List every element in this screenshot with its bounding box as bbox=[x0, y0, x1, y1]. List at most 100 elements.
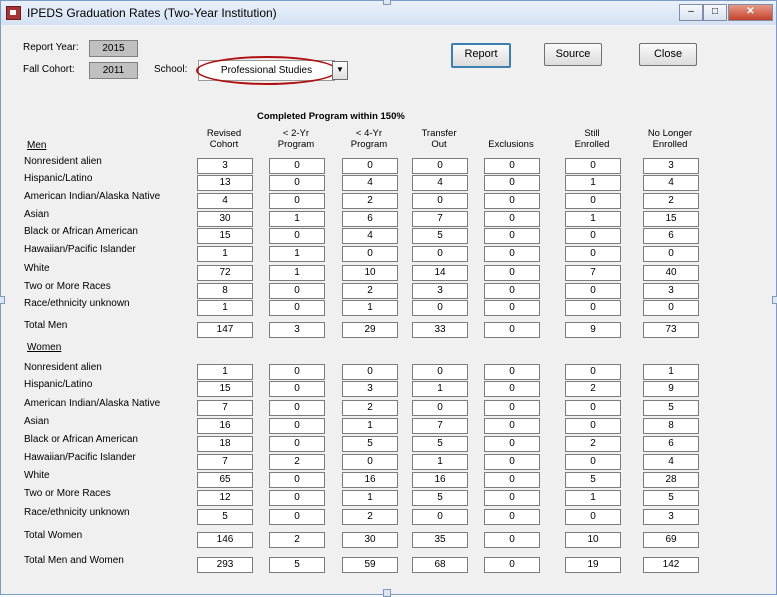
women-row-cell[interactable]: 0 bbox=[269, 381, 325, 397]
total-men-row-cell[interactable]: 29 bbox=[342, 322, 398, 338]
women-row-cell[interactable]: 0 bbox=[484, 400, 540, 416]
total-women-row-cell[interactable]: 30 bbox=[342, 532, 398, 548]
men-row-cell[interactable]: 0 bbox=[565, 300, 621, 316]
men-row-cell[interactable]: 1 bbox=[197, 300, 253, 316]
women-row-cell[interactable]: 5 bbox=[412, 436, 468, 452]
women-row-cell[interactable]: 7 bbox=[197, 454, 253, 470]
resize-handle-bottom[interactable] bbox=[383, 589, 391, 597]
chevron-down-icon[interactable]: ▼ bbox=[332, 61, 348, 80]
women-row-cell[interactable]: 0 bbox=[565, 454, 621, 470]
men-row-cell[interactable]: 4 bbox=[643, 175, 699, 191]
men-row-cell[interactable]: 0 bbox=[269, 228, 325, 244]
men-row-cell[interactable]: 2 bbox=[643, 193, 699, 209]
women-row-cell[interactable]: 16 bbox=[342, 472, 398, 488]
report-year-field[interactable]: 2015 bbox=[89, 40, 138, 57]
total-all-row-cell[interactable]: 68 bbox=[412, 557, 468, 573]
women-row-cell[interactable]: 0 bbox=[484, 381, 540, 397]
men-row-cell[interactable]: 0 bbox=[342, 158, 398, 174]
men-row-cell[interactable]: 0 bbox=[565, 158, 621, 174]
women-row-cell[interactable]: 0 bbox=[269, 418, 325, 434]
men-row-cell[interactable]: 0 bbox=[412, 158, 468, 174]
women-row-cell[interactable]: 1 bbox=[643, 364, 699, 380]
men-row-cell[interactable]: 0 bbox=[643, 300, 699, 316]
women-row-cell[interactable]: 4 bbox=[643, 454, 699, 470]
men-row-cell[interactable]: 15 bbox=[643, 211, 699, 227]
men-row-cell[interactable]: 4 bbox=[412, 175, 468, 191]
women-row-cell[interactable]: 5 bbox=[565, 472, 621, 488]
resize-handle-left[interactable] bbox=[0, 296, 5, 304]
women-row-cell[interactable]: 0 bbox=[484, 490, 540, 506]
school-combo[interactable]: Professional Studies bbox=[198, 60, 335, 81]
men-row-cell[interactable]: 0 bbox=[484, 158, 540, 174]
women-row-cell[interactable]: 0 bbox=[269, 509, 325, 525]
men-row-cell[interactable]: 4 bbox=[342, 228, 398, 244]
total-women-row-cell[interactable]: 0 bbox=[484, 532, 540, 548]
men-row-cell[interactable]: 15 bbox=[197, 228, 253, 244]
men-row-cell[interactable]: 0 bbox=[484, 300, 540, 316]
men-row-cell[interactable]: 0 bbox=[269, 283, 325, 299]
maximize-button[interactable]: □ bbox=[703, 4, 727, 21]
women-row-cell[interactable]: 0 bbox=[565, 418, 621, 434]
women-row-cell[interactable]: 0 bbox=[269, 490, 325, 506]
women-row-cell[interactable]: 15 bbox=[197, 381, 253, 397]
total-women-row-cell[interactable]: 69 bbox=[643, 532, 699, 548]
men-row-cell[interactable]: 6 bbox=[643, 228, 699, 244]
men-row-cell[interactable]: 0 bbox=[269, 193, 325, 209]
women-row-cell[interactable]: 65 bbox=[197, 472, 253, 488]
men-row-cell[interactable]: 0 bbox=[412, 300, 468, 316]
men-row-cell[interactable]: 3 bbox=[412, 283, 468, 299]
fall-cohort-field[interactable]: 2011 bbox=[89, 62, 138, 79]
women-row-cell[interactable]: 0 bbox=[412, 509, 468, 525]
total-men-row-cell[interactable]: 147 bbox=[197, 322, 253, 338]
resize-handle-top[interactable] bbox=[383, 0, 391, 5]
total-men-row-cell[interactable]: 3 bbox=[269, 322, 325, 338]
women-row-cell[interactable]: 1 bbox=[342, 418, 398, 434]
women-row-cell[interactable]: 1 bbox=[197, 364, 253, 380]
men-row-cell[interactable]: 0 bbox=[565, 246, 621, 262]
women-row-cell[interactable]: 2 bbox=[269, 454, 325, 470]
men-row-cell[interactable]: 7 bbox=[565, 265, 621, 281]
women-row-cell[interactable]: 1 bbox=[412, 454, 468, 470]
women-row-cell[interactable]: 5 bbox=[197, 509, 253, 525]
women-row-cell[interactable]: 7 bbox=[197, 400, 253, 416]
women-row-cell[interactable]: 0 bbox=[342, 364, 398, 380]
men-row-cell[interactable]: 1 bbox=[565, 175, 621, 191]
men-row-cell[interactable]: 40 bbox=[643, 265, 699, 281]
men-row-cell[interactable]: 0 bbox=[412, 193, 468, 209]
resize-handle-right[interactable] bbox=[772, 296, 777, 304]
men-row-cell[interactable]: 0 bbox=[484, 193, 540, 209]
men-row-cell[interactable]: 1 bbox=[269, 246, 325, 262]
total-men-row-cell[interactable]: 9 bbox=[565, 322, 621, 338]
minimize-button[interactable]: – bbox=[679, 4, 703, 21]
women-row-cell[interactable]: 16 bbox=[412, 472, 468, 488]
women-row-cell[interactable]: 2 bbox=[342, 400, 398, 416]
men-row-cell[interactable]: 2 bbox=[342, 193, 398, 209]
total-all-row-cell[interactable]: 0 bbox=[484, 557, 540, 573]
women-row-cell[interactable]: 2 bbox=[565, 436, 621, 452]
men-row-cell[interactable]: 0 bbox=[412, 246, 468, 262]
men-row-cell[interactable]: 0 bbox=[342, 246, 398, 262]
women-row-cell[interactable]: 7 bbox=[412, 418, 468, 434]
men-row-cell[interactable]: 0 bbox=[269, 300, 325, 316]
total-all-row-cell[interactable]: 293 bbox=[197, 557, 253, 573]
women-row-cell[interactable]: 9 bbox=[643, 381, 699, 397]
report-button[interactable]: Report bbox=[451, 43, 511, 68]
women-row-cell[interactable]: 2 bbox=[565, 381, 621, 397]
total-women-row-cell[interactable]: 2 bbox=[269, 532, 325, 548]
women-row-cell[interactable]: 0 bbox=[269, 436, 325, 452]
men-row-cell[interactable]: 4 bbox=[342, 175, 398, 191]
women-row-cell[interactable]: 16 bbox=[197, 418, 253, 434]
men-row-cell[interactable]: 8 bbox=[197, 283, 253, 299]
men-row-cell[interactable]: 6 bbox=[342, 211, 398, 227]
close-button[interactable]: Close bbox=[639, 43, 697, 66]
close-window-button[interactable]: ✕ bbox=[728, 4, 773, 21]
men-row-cell[interactable]: 30 bbox=[197, 211, 253, 227]
women-row-cell[interactable]: 0 bbox=[412, 400, 468, 416]
men-row-cell[interactable]: 0 bbox=[484, 246, 540, 262]
women-row-cell[interactable]: 0 bbox=[484, 436, 540, 452]
men-row-cell[interactable]: 0 bbox=[565, 193, 621, 209]
men-row-cell[interactable]: 1 bbox=[565, 211, 621, 227]
men-row-cell[interactable]: 14 bbox=[412, 265, 468, 281]
men-row-cell[interactable]: 10 bbox=[342, 265, 398, 281]
women-row-cell[interactable]: 3 bbox=[643, 509, 699, 525]
